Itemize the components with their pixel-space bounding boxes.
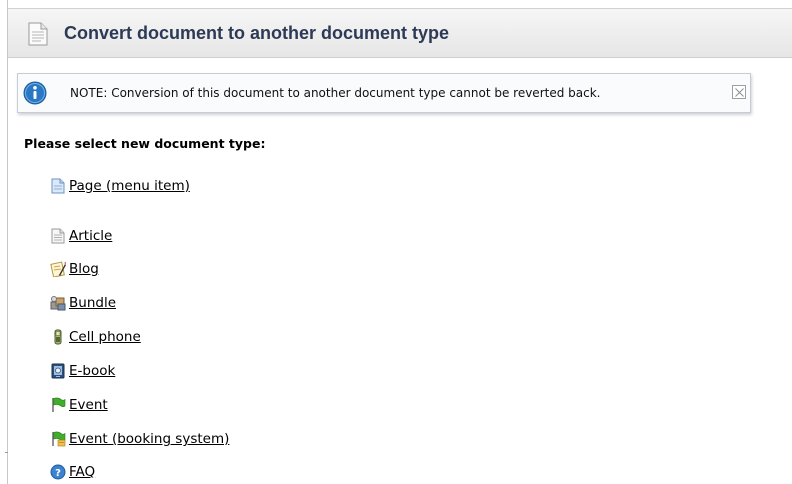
blog-icon (50, 261, 66, 278)
doc-type-link[interactable]: Article (69, 228, 112, 244)
doc-type-link[interactable]: Event (booking system) (69, 431, 229, 447)
svg-text:?: ? (55, 468, 61, 479)
doc-type-item-blog[interactable]: Blog (50, 259, 350, 279)
document-icon (28, 22, 48, 46)
doc-type-item-faq[interactable]: ? FAQ (50, 462, 350, 482)
doc-type-link[interactable]: FAQ (69, 464, 95, 480)
info-icon (23, 81, 47, 105)
doc-type-item-page[interactable]: Page (menu item) (50, 176, 350, 196)
doc-type-link[interactable]: Event (69, 397, 108, 413)
bundle-icon (50, 295, 66, 311)
cell-phone-icon (50, 329, 66, 345)
doc-type-link[interactable]: Bundle (69, 295, 116, 311)
faq-icon: ? (50, 464, 66, 480)
doc-type-item-e-book[interactable]: E-book (50, 361, 350, 381)
dialog-header: Convert document to another document typ… (8, 8, 792, 58)
event-flag-icon (50, 397, 66, 413)
doc-type-link[interactable]: Blog (69, 261, 99, 277)
doc-type-item-bundle[interactable]: Bundle (50, 293, 350, 313)
left-border (7, 0, 8, 484)
close-icon[interactable] (732, 85, 746, 99)
doc-type-item-event[interactable]: Event (50, 395, 350, 415)
event-booking-icon (50, 431, 66, 447)
page-title: Convert document to another document typ… (64, 23, 450, 43)
doc-type-item-event-booking[interactable]: Event (booking system) (50, 429, 350, 449)
doc-type-link[interactable]: E-book (69, 363, 115, 379)
left-tick (5, 452, 8, 453)
article-icon (50, 228, 66, 244)
note-text: NOTE: Conversion of this document to ano… (70, 86, 601, 100)
page-icon (50, 178, 66, 194)
note-box: NOTE: Conversion of this document to ano… (17, 73, 751, 113)
instruction-label: Please select new document type: (24, 136, 266, 151)
doc-type-link[interactable]: Page (menu item) (69, 178, 190, 194)
doc-type-item-cell-phone[interactable]: Cell phone (50, 327, 350, 347)
doc-type-link[interactable]: Cell phone (69, 329, 141, 345)
e-book-icon (50, 363, 66, 379)
doc-type-item-article[interactable]: Article (50, 226, 350, 246)
